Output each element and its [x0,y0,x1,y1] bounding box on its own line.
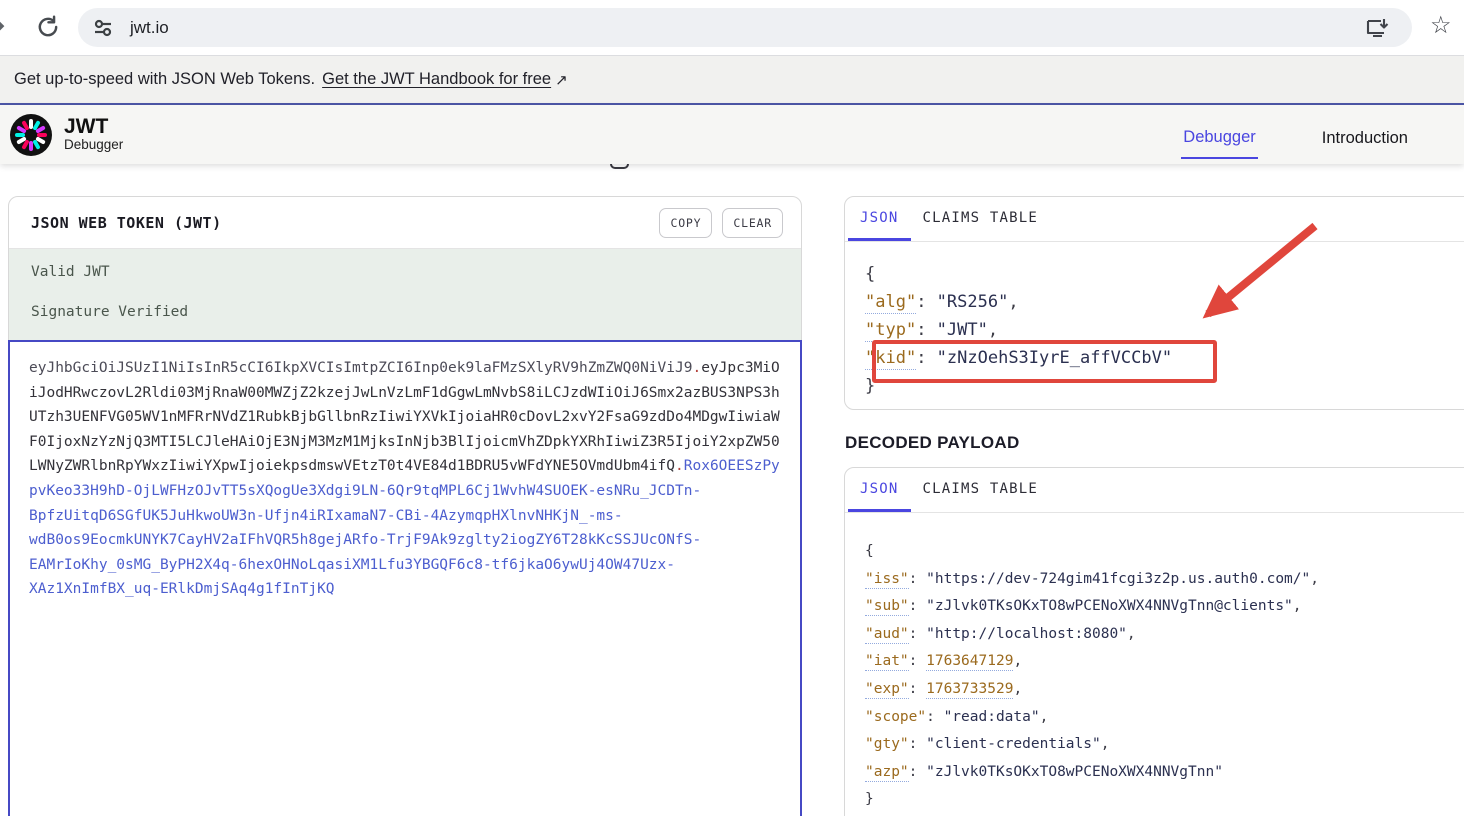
page: ➔ jwt.io ☆ Get up-to-speed with JSON Web… [0,0,1464,816]
json-colon: : [926,709,943,725]
claim-row-gty: "gty": "client-credentials", [865,731,1459,759]
signature-verified-status: Signature Verified [31,304,779,320]
annotation-arrow [1160,216,1360,346]
claim-value-alg: "RS256" [937,292,1009,312]
nav-debugger[interactable]: Debugger [1181,111,1257,159]
claim-value-azp: "zJlvk0TKsOKxTO8wPCENoXWX4NNVgTnn" [926,764,1223,780]
nav-introduction[interactable]: Introduction [1320,112,1410,158]
payload-tab-claims-table[interactable]: CLAIMS TABLE [911,468,1051,512]
site-header: JWT Debugger Debugger Introduction [0,105,1464,164]
json-brace: { [865,543,874,559]
claim-value-exp[interactable]: 1763733529 [926,681,1013,699]
claim-row-aud: "aud": "http://localhost:8080", [865,621,1459,649]
copy-button[interactable]: COPY [659,208,712,238]
json-colon: : [909,598,926,614]
claim-key-iat[interactable]: "iat" [865,653,909,671]
clear-button[interactable]: CLEAR [722,208,783,238]
decoded-payload-label: DECODED PAYLOAD [845,433,1020,453]
logo-title: JWT [64,116,123,138]
json-brace: { [865,264,875,284]
json-brace: } [865,791,874,807]
claim-key-sub[interactable]: "sub" [865,598,909,616]
claim-key-gty: "gty" [865,736,909,752]
decoded-payload-tabs: JSONCLAIMS TABLE [845,468,1464,513]
claim-row-iat: "iat": 1763647129, [865,648,1459,676]
claim-key-exp[interactable]: "exp" [865,681,909,699]
claim-value-iss: "https://dev-724gim41fcgi3z2p.us.auth0.c… [926,571,1310,587]
json-comma: , [1013,653,1022,669]
claim-value-typ: "JWT" [937,320,988,340]
json-colon: : [909,626,926,642]
claim-row-scope: "scope": "read:data", [865,704,1459,732]
payload-tab-json[interactable]: JSON [848,468,911,512]
token-segment: eyJhbGciOiJSUzI1NiIsInR5cCI6IkpXVCIsImtp… [29,360,692,376]
claim-row-sub: "sub": "zJlvk0TKsOKxTO8wPCENoXWX4NNVgTnn… [865,593,1459,621]
jwt-card-title: JSON WEB TOKEN (JWT) [31,214,222,232]
json-comma: , [1310,571,1319,587]
claim-row-exp: "exp": 1763733529, [865,676,1459,704]
kid-highlight-box [872,340,1217,383]
json-comma: , [1127,626,1136,642]
validation-status: Valid JWT Signature Verified [9,249,801,340]
token-separator: . [692,360,701,376]
claim-key-aud[interactable]: "aud" [865,626,909,644]
json-colon: : [909,681,926,697]
json-colon: : [909,736,926,752]
json-comma: , [1013,681,1022,697]
claim-key-alg[interactable]: "alg" [865,292,916,314]
claim-value-aud: "http://localhost:8080" [926,626,1127,642]
decoded-payload-json[interactable]: { "iss": "https://dev-724gim41fcgi3z2p.u… [845,513,1464,816]
claim-value-scope: "read:data" [944,709,1040,725]
token-segment: eyJpc3MiOiJodHRwczovL2Rldi03MjRnaW00MWZj… [29,360,780,474]
token-separator: . [675,458,684,474]
encoded-jwt-card: JSON WEB TOKEN (JWT) COPY CLEAR Valid JW… [8,196,802,816]
claim-row-iss: "iss": "https://dev-724gim41fcgi3z2p.us.… [865,566,1459,594]
claim-value-iat[interactable]: 1763647129 [926,653,1013,671]
claim-key-scope: "scope" [865,709,926,725]
logo-subtitle: Debugger [64,138,123,152]
token-segment: Rox6OEESzPypvKeo33H9hD-OjLWFHzOJvTT5sXQo… [29,458,780,597]
header-tab-claims-table[interactable]: CLAIMS TABLE [911,197,1051,241]
json-colon: : [909,653,926,669]
json-colon: : [916,320,936,340]
json-comma: , [1040,709,1049,725]
json-comma: , [1293,598,1302,614]
header-nav: Debugger Introduction [1181,105,1410,164]
header-tab-json[interactable]: JSON [848,197,911,241]
claim-key-iss[interactable]: "iss" [865,571,909,589]
decoded-header-json[interactable]: { "alg": "RS256", "typ": "JWT", "kid": "… [845,242,1464,418]
decoded-header-tabs: JSONCLAIMS TABLE [845,197,1464,242]
claim-value-sub: "zJlvk0TKsOKxTO8wPCENoXWX4NNVgTnn@client… [926,598,1293,614]
jwt-logo-icon[interactable] [10,114,52,156]
json-colon: : [909,571,926,587]
json-comma: , [988,320,998,340]
decoded-payload-card: JSONCLAIMS TABLE { "iss": "https://dev-7… [844,467,1464,816]
claim-row-azp: "azp": "zJlvk0TKsOKxTO8wPCENoXWX4NNVgTnn… [865,759,1459,787]
claim-key-azp[interactable]: "azp" [865,764,909,782]
json-comma: , [1101,736,1110,752]
json-comma: , [1008,292,1018,312]
json-colon: : [909,764,926,780]
claim-value-gty: "client-credentials" [926,736,1101,752]
json-colon: : [916,292,936,312]
encoded-card-header: JSON WEB TOKEN (JWT) COPY CLEAR [9,197,801,249]
valid-jwt-status: Valid JWT [31,264,779,280]
jwt-token-input[interactable]: eyJhbGciOiJSUzI1NiIsInR5cCI6IkpXVCIsImtp… [8,340,802,816]
claim-key-typ[interactable]: "typ" [865,320,916,342]
